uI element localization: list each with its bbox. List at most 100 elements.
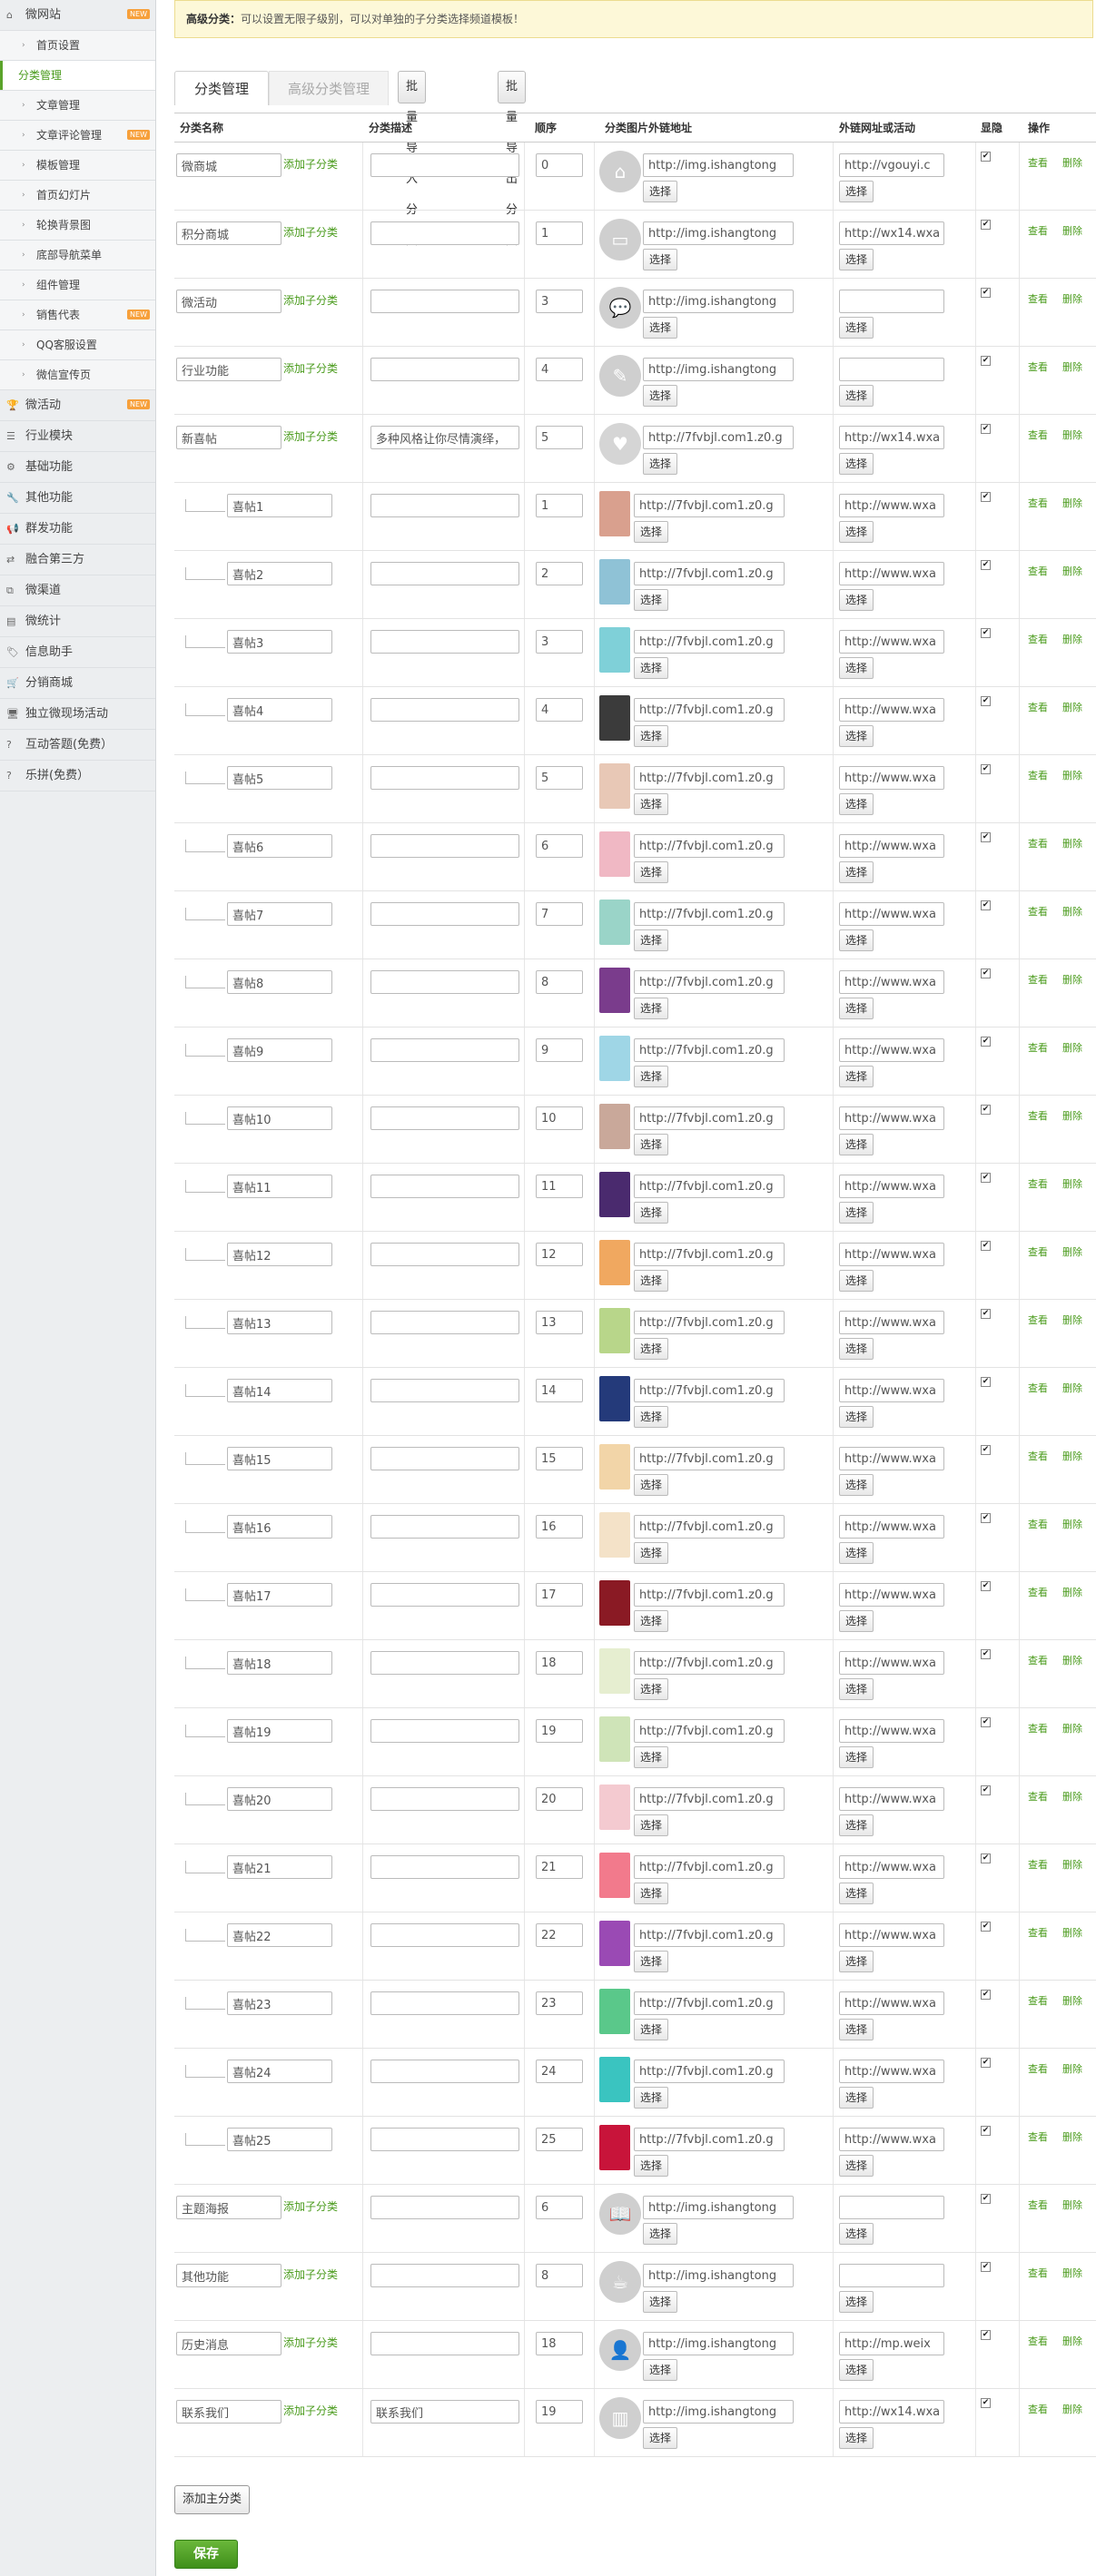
category-order-input[interactable] [536,426,583,449]
delete-link[interactable]: 删除 [1062,359,1082,374]
category-desc-input[interactable] [370,562,519,585]
sidebar-item-11[interactable]: › QQ客服设置 [0,330,155,360]
add-subcategory-link[interactable]: 添加子分类 [283,2198,338,2214]
category-desc-input[interactable] [370,1175,519,1198]
image-url-input[interactable] [634,1855,785,1879]
category-order-input[interactable] [536,2128,583,2151]
choose-image-button[interactable]: 选择 [634,2155,669,2177]
choose-link-button[interactable]: 选择 [839,249,874,270]
choose-link-button[interactable]: 选择 [839,2427,874,2449]
choose-image-button[interactable]: 选择 [634,998,669,1019]
sidebar-item-3[interactable]: › 文章管理 [0,91,155,121]
add-subcategory-link[interactable]: 添加子分类 [283,2266,338,2282]
choose-image-button[interactable]: 选择 [634,1202,669,1224]
delete-link[interactable]: 删除 [1062,836,1082,850]
visible-checkbox[interactable]: ✔ [981,628,991,638]
delete-link[interactable]: 删除 [1062,1313,1082,1327]
view-link[interactable]: 查看 [1028,1108,1048,1123]
category-order-input[interactable] [536,494,583,517]
category-name-input[interactable] [227,1379,332,1402]
link-url-input[interactable] [839,834,944,858]
link-url-input[interactable] [839,2400,944,2424]
link-url-input[interactable] [839,1583,944,1607]
category-name-input[interactable] [227,1038,332,1062]
link-url-input[interactable] [839,562,944,585]
category-order-input[interactable] [536,902,583,926]
view-link[interactable]: 查看 [1028,1993,1048,2008]
delete-link[interactable]: 删除 [1062,1381,1082,1395]
choose-image-button[interactable]: 选择 [634,929,669,951]
choose-image-button[interactable]: 选择 [634,1066,669,1087]
delete-link[interactable]: 删除 [1062,428,1082,442]
choose-image-button[interactable]: 选择 [643,249,678,270]
category-name-input[interactable] [227,1515,332,1539]
category-order-input[interactable] [536,630,583,654]
category-name-input[interactable] [176,2196,281,2219]
choose-image-button[interactable]: 选择 [643,2291,678,2313]
choose-image-button[interactable]: 选择 [634,1610,669,1632]
view-link[interactable]: 查看 [1028,1721,1048,1735]
add-subcategory-link[interactable]: 添加子分类 [283,224,338,240]
image-url-input[interactable] [634,1651,785,1675]
batch-import-button[interactable]: 批量导入分类 [398,71,427,248]
delete-link[interactable]: 删除 [1062,972,1082,987]
category-order-input[interactable] [536,1719,583,1743]
choose-link-button[interactable]: 选择 [839,1610,874,1632]
batch-export-button[interactable]: 批量导出分类 [498,71,527,248]
sidebar-item-12[interactable]: › 微信宣传页 [0,360,155,390]
link-url-input[interactable] [839,766,944,790]
sidebar-item-8[interactable]: › 底部导航菜单 [0,241,155,270]
visible-checkbox[interactable]: ✔ [981,2194,991,2204]
delete-link[interactable]: 删除 [1062,904,1082,919]
category-desc-input[interactable] [370,2060,519,2083]
view-link[interactable]: 查看 [1028,632,1048,646]
choose-link-button[interactable]: 选择 [839,2291,874,2313]
view-link[interactable]: 查看 [1028,1313,1048,1327]
category-name-input[interactable] [227,970,332,994]
image-url-input[interactable] [643,426,794,449]
category-order-input[interactable] [536,698,583,722]
visible-checkbox[interactable]: ✔ [981,356,991,366]
category-order-input[interactable] [536,2400,583,2424]
image-url-input[interactable] [634,834,785,858]
delete-link[interactable]: 删除 [1062,1789,1082,1804]
category-desc-input[interactable] [370,1651,519,1675]
view-link[interactable]: 查看 [1028,223,1048,238]
visible-checkbox[interactable]: ✔ [981,2330,991,2340]
choose-link-button[interactable]: 选择 [839,589,874,611]
link-url-input[interactable] [839,1379,944,1402]
category-desc-input[interactable] [370,1855,519,1879]
category-desc-input[interactable] [370,698,519,722]
sidebar-item-15[interactable]: ⚙ 基础功能 [0,452,155,483]
sidebar-item-19[interactable]: ⧉ 微渠道 [0,575,155,606]
visible-checkbox[interactable]: ✔ [981,1853,991,1863]
category-name-input[interactable] [227,834,332,858]
view-link[interactable]: 查看 [1028,1789,1048,1804]
image-url-input[interactable] [643,2196,794,2219]
tab-category-management[interactable]: 分类管理 [174,71,269,105]
visible-checkbox[interactable]: ✔ [981,152,991,162]
visible-checkbox[interactable]: ✔ [981,492,991,502]
choose-image-button[interactable]: 选择 [634,1542,669,1564]
link-url-input[interactable] [839,970,944,994]
visible-checkbox[interactable]: ✔ [981,1581,991,1591]
visible-checkbox[interactable]: ✔ [981,2262,991,2272]
sidebar-item-6[interactable]: › 首页幻灯片 [0,181,155,211]
sidebar-item-17[interactable]: 📢 群发功能 [0,514,155,545]
link-url-input[interactable] [839,1923,944,1947]
choose-image-button[interactable]: 选择 [634,1678,669,1700]
sidebar-item-21[interactable]: 🏷 信息助手 [0,637,155,668]
image-url-input[interactable] [634,1787,785,1811]
link-url-input[interactable] [839,1106,944,1130]
category-desc-input[interactable] [370,1106,519,1130]
image-url-input[interactable] [634,494,785,517]
category-desc-input[interactable] [370,2128,519,2151]
sidebar-item-18[interactable]: ⇄ 融合第三方 [0,545,155,575]
image-url-input[interactable] [643,221,794,245]
category-order-input[interactable] [536,1447,583,1470]
view-link[interactable]: 查看 [1028,2061,1048,2076]
image-url-input[interactable] [634,1175,785,1198]
category-order-input[interactable] [536,1991,583,2015]
visible-checkbox[interactable]: ✔ [981,1990,991,2000]
add-subcategory-link[interactable]: 添加子分类 [283,292,338,308]
